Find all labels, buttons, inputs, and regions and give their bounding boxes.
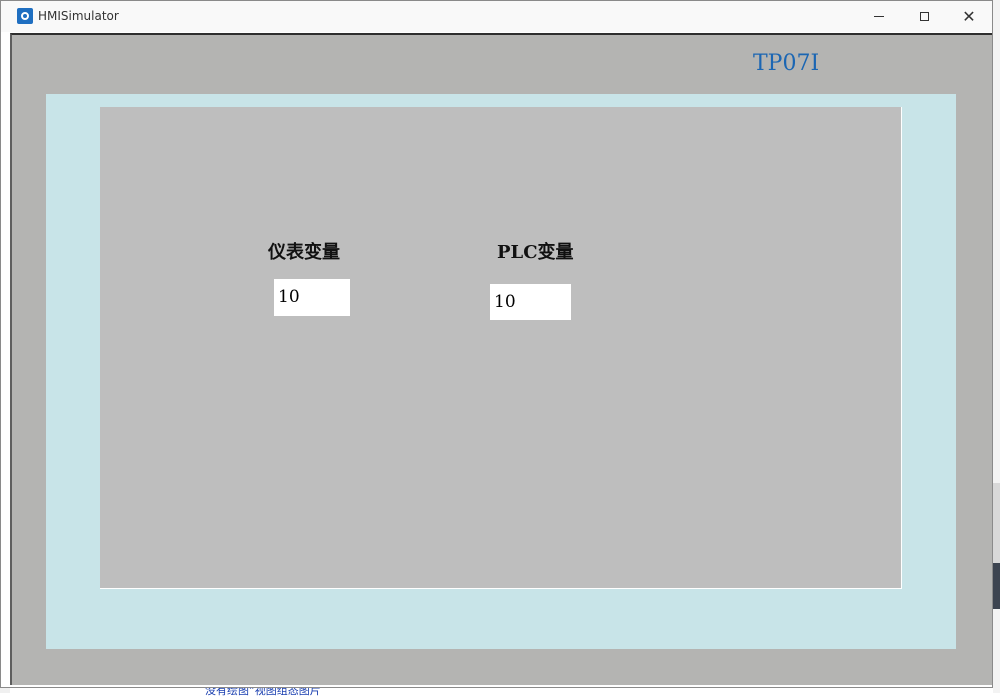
hmi-screen[interactable]: 仪表变量 10 PLC变量 10 <box>100 107 902 589</box>
close-button[interactable]: ✕ <box>946 1 992 32</box>
maximize-icon <box>919 12 929 21</box>
background-panel <box>993 483 1000 563</box>
window-title: HMISimulator <box>38 9 119 23</box>
plc-variable-field[interactable]: 10 <box>490 284 571 320</box>
background-window-edge <box>993 0 1000 693</box>
close-icon: ✕ <box>962 6 976 26</box>
title-bar[interactable]: HMISimulator ✕ <box>1 1 992 32</box>
minimize-icon <box>874 16 884 17</box>
panel-bezel: 仪表变量 10 PLC变量 10 <box>46 94 956 649</box>
meter-variable-label: 仪表变量 <box>268 242 340 263</box>
app-icon <box>17 8 33 24</box>
meter-variable-field[interactable]: 10 <box>274 279 350 316</box>
maximize-button[interactable] <box>901 1 947 32</box>
plc-variable-label: PLC变量 <box>497 242 574 263</box>
minimize-button[interactable] <box>856 1 902 32</box>
simulator-client-area: TP07I 仪表变量 10 PLC变量 10 <box>10 33 992 685</box>
background-panel-dark <box>993 563 1000 609</box>
hmi-simulator-window: HMISimulator ✕ TP07I 仪表变量 10 PLC变量 10 <box>0 0 993 688</box>
device-model-label: TP07I <box>753 51 820 76</box>
